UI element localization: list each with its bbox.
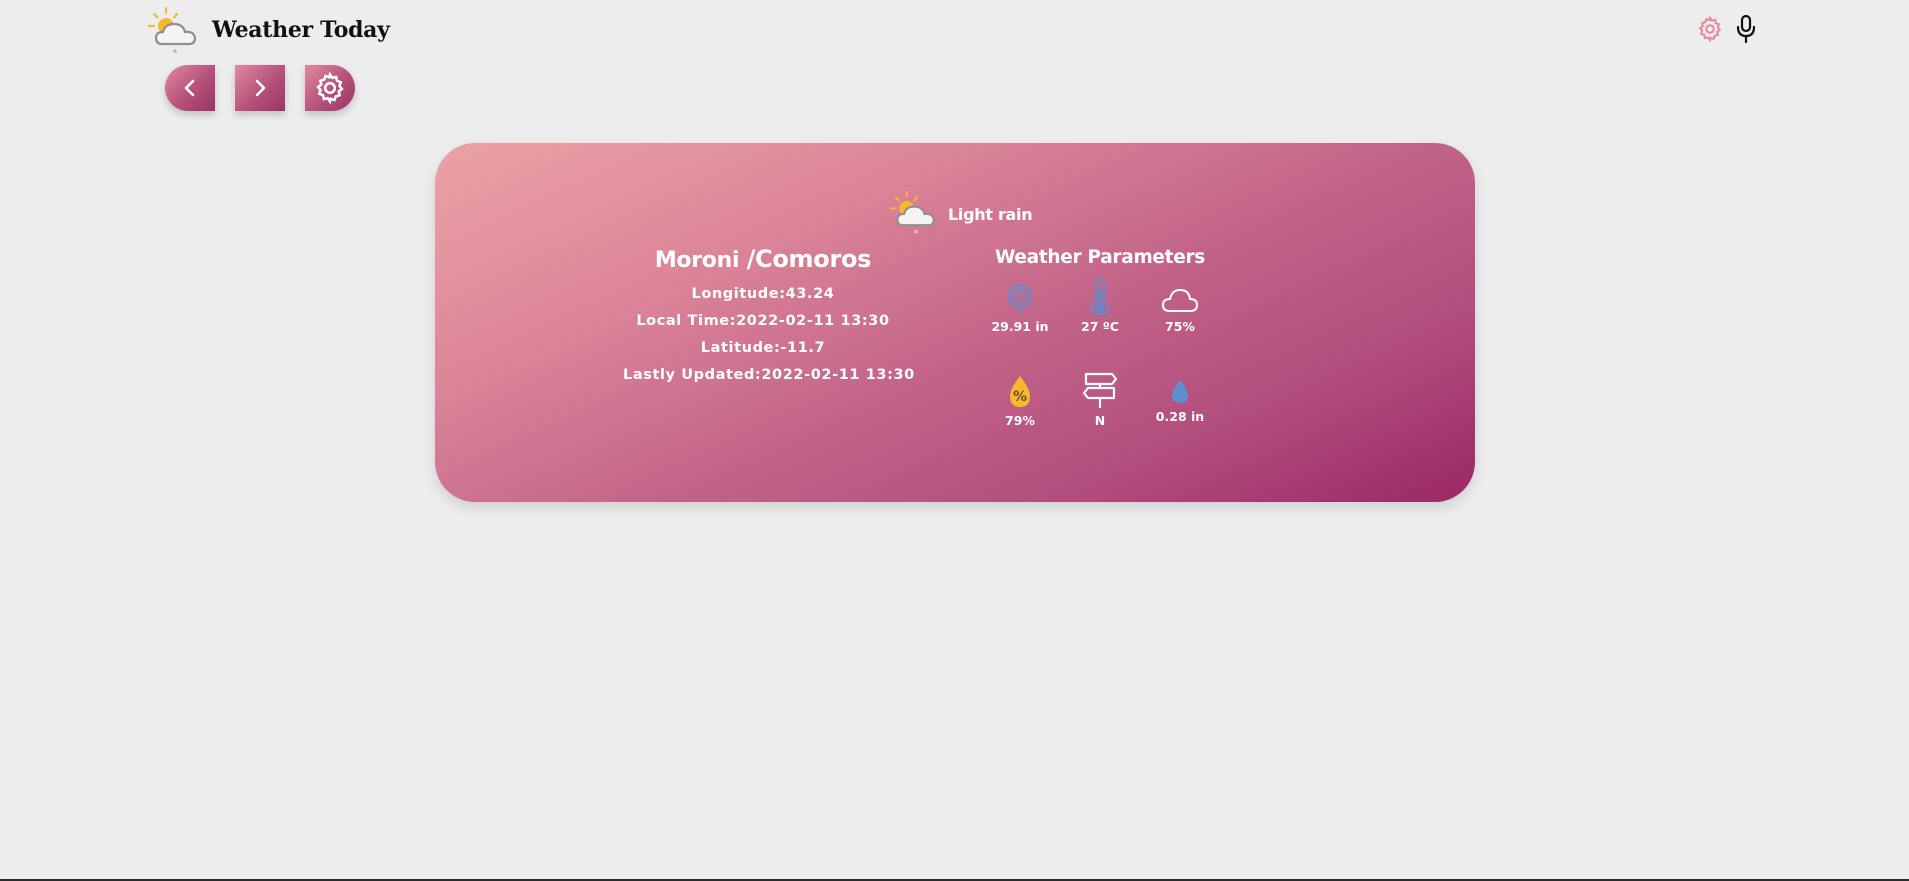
svg-text:*: * — [914, 228, 919, 239]
header-actions — [1695, 13, 1761, 45]
settings-button[interactable] — [1695, 13, 1725, 45]
parameters-title: Weather Parameters — [994, 247, 1205, 268]
city-name: Moroni — [654, 248, 740, 273]
thermometer-icon — [1090, 279, 1110, 315]
cloud-icon — [1161, 288, 1199, 312]
location-title: Moroni /Comoros — [623, 245, 903, 273]
weather-logo-icon: * — [148, 6, 197, 58]
navigation-controls — [165, 65, 355, 111]
previous-button[interactable] — [165, 65, 215, 111]
humidity-value: 79% — [1005, 413, 1035, 428]
temperature-value: 27 ºC — [1081, 319, 1119, 334]
weather-parameters: Weather Parameters 29.91 in 27 ºC 75% % … — [980, 247, 1220, 428]
pressure-gauge-icon — [1008, 284, 1032, 313]
precipitation-value: 0.28 in — [1155, 409, 1205, 424]
condition-label: Light rain — [948, 204, 1033, 224]
temperature-param: 27 ºC — [1060, 279, 1140, 334]
next-button[interactable] — [235, 65, 285, 111]
brand[interactable]: * Weather Today — [148, 6, 390, 58]
wind-direction-signpost-icon — [1082, 372, 1118, 408]
voice-search-button[interactable] — [1731, 13, 1761, 45]
app-title: Weather Today — [212, 17, 390, 43]
svg-text:%: % — [1013, 389, 1027, 405]
cloud-cover-value: 75% — [1165, 319, 1195, 334]
weather-condition: * Light rain — [890, 189, 1033, 239]
wind-direction-value: N — [1094, 413, 1106, 428]
country-name: /Comoros — [746, 245, 872, 273]
latitude-text: Latitude:-11.7 — [700, 340, 826, 356]
pressure-value: 29.91 in — [991, 319, 1049, 334]
precipitation-param: 0.28 in — [1140, 379, 1220, 424]
pressure-param: 29.91 in — [980, 283, 1060, 334]
gear-icon — [316, 71, 344, 105]
svg-text:*: * — [173, 48, 178, 58]
precipitation-drop-icon — [1172, 380, 1188, 403]
local-time-text: Local Time:2022-02-11 13:30 — [636, 313, 890, 329]
cloud-cover-param: 75% — [1140, 287, 1220, 334]
chevron-left-icon — [184, 79, 195, 97]
wind-direction-param: N — [1060, 371, 1140, 428]
humidity-drop-icon: % — [1010, 376, 1030, 407]
weather-card: * Light rain Moroni /Comoros Longitude:4… — [435, 143, 1475, 502]
location-info: Moroni /Comoros Longitude:43.24 Local Ti… — [623, 245, 915, 389]
microphone-icon — [1736, 14, 1756, 44]
gear-icon — [1698, 15, 1722, 43]
humidity-param: % 79% — [980, 375, 1060, 428]
partly-cloudy-rain-icon: * — [890, 190, 935, 239]
longitude-text: Longitude:43.24 — [691, 286, 835, 302]
last-updated-text: Lastly Updated:2022-02-11 13:30 — [623, 367, 915, 383]
chevron-right-icon — [255, 79, 266, 97]
card-settings-button[interactable] — [305, 65, 355, 111]
